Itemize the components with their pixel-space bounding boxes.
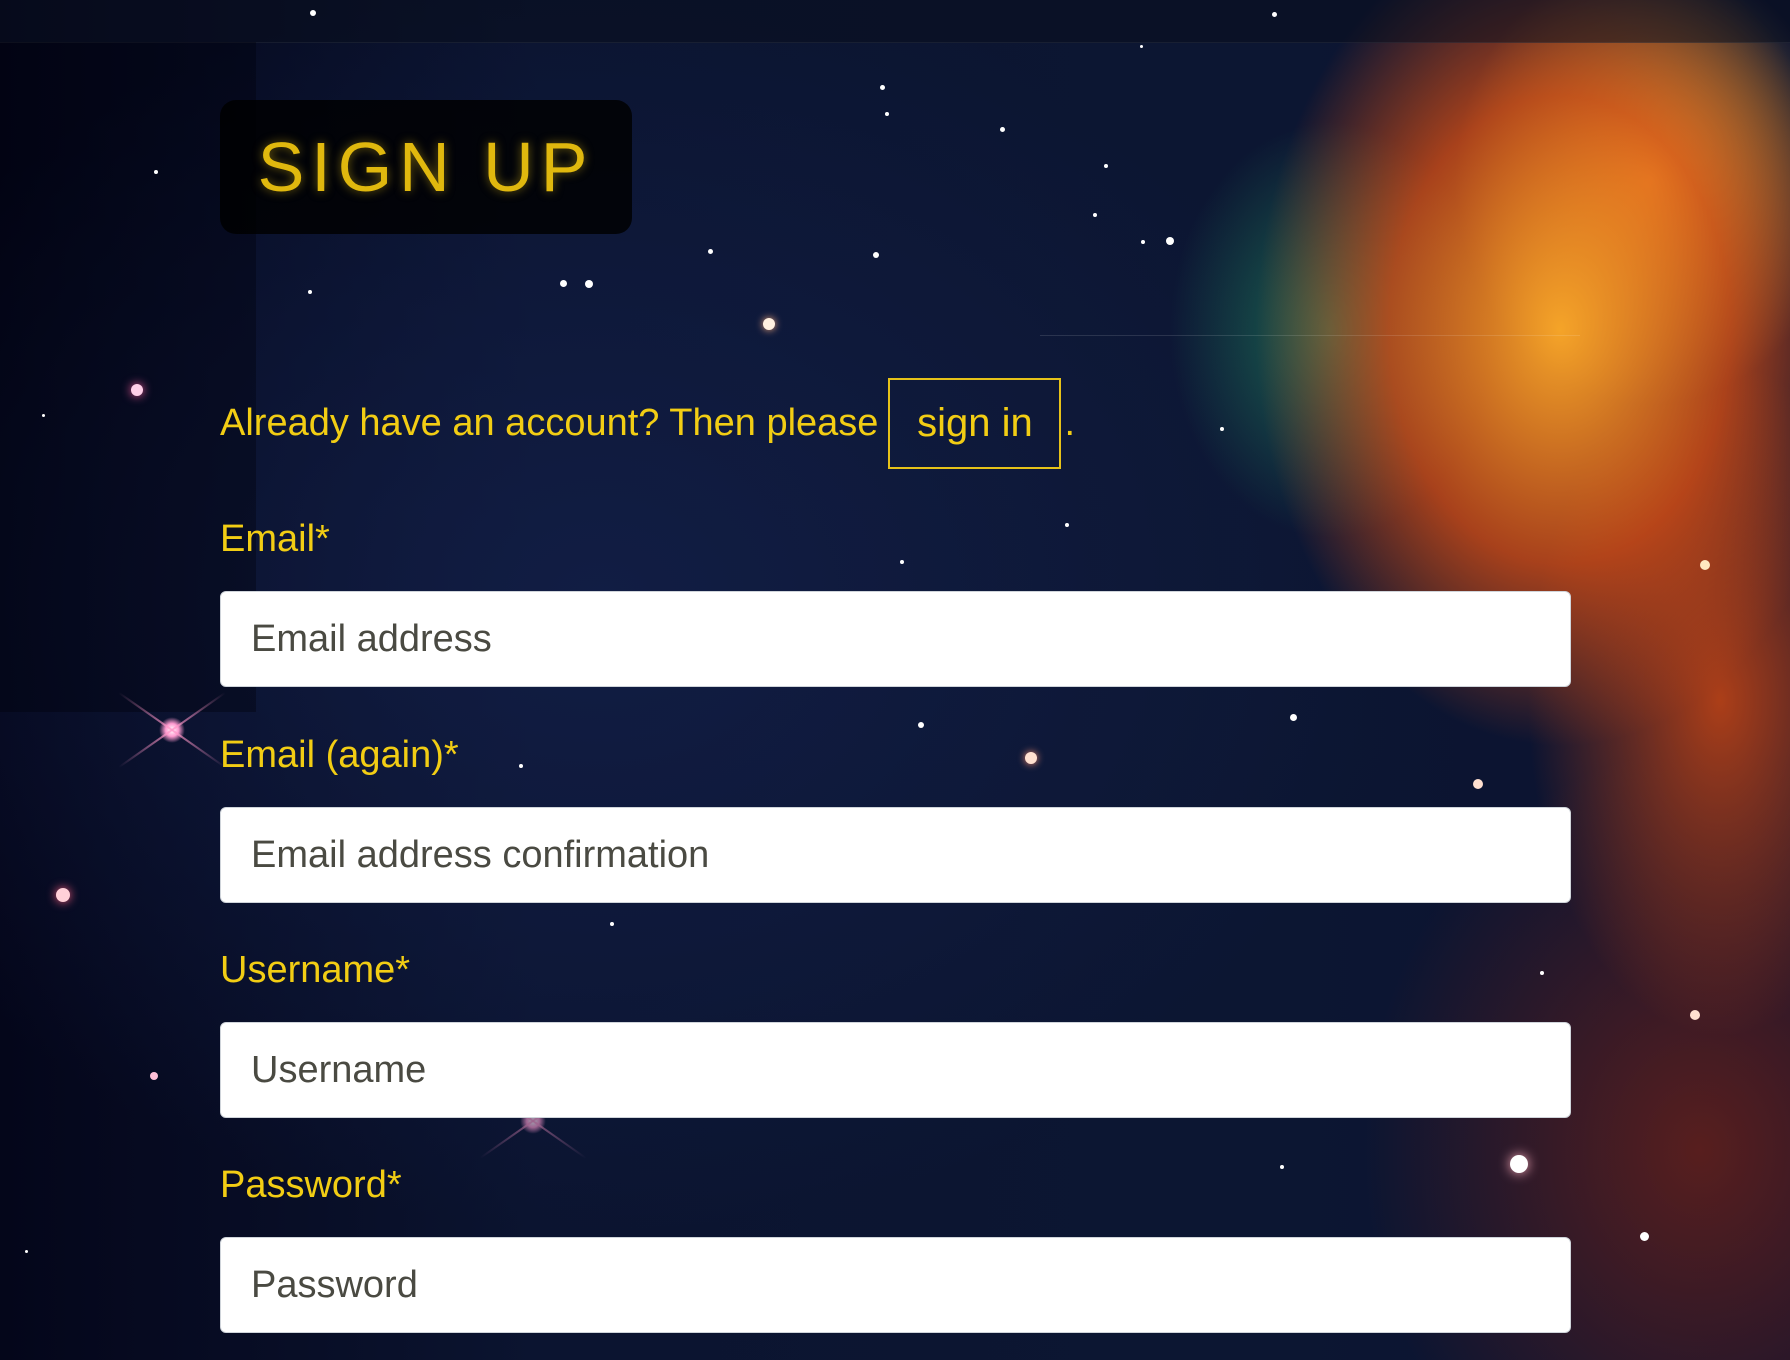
signin-prompt-text: Already have an account? Then please xyxy=(220,401,879,444)
email-label: Email* xyxy=(220,518,330,560)
star-flare xyxy=(159,717,185,743)
background-shade xyxy=(0,42,256,712)
top-navbar xyxy=(0,0,1790,43)
email-confirmation-field[interactable] xyxy=(220,807,1571,903)
page-title: SIGN UP xyxy=(257,128,595,206)
password-label: Password* xyxy=(220,1164,402,1206)
signin-link[interactable]: sign in xyxy=(888,377,1062,469)
username-field[interactable] xyxy=(220,1022,1571,1118)
email-field[interactable] xyxy=(220,591,1571,687)
username-label: Username* xyxy=(220,949,411,991)
password-field[interactable] xyxy=(220,1237,1571,1333)
signin-prompt: Already have an account? Then please sig… xyxy=(220,376,1075,470)
divider xyxy=(1040,335,1580,336)
page-title-box: SIGN UP xyxy=(220,100,632,234)
email-again-label: Email (again)* xyxy=(220,734,459,776)
signin-prompt-suffix: . xyxy=(1064,401,1075,444)
